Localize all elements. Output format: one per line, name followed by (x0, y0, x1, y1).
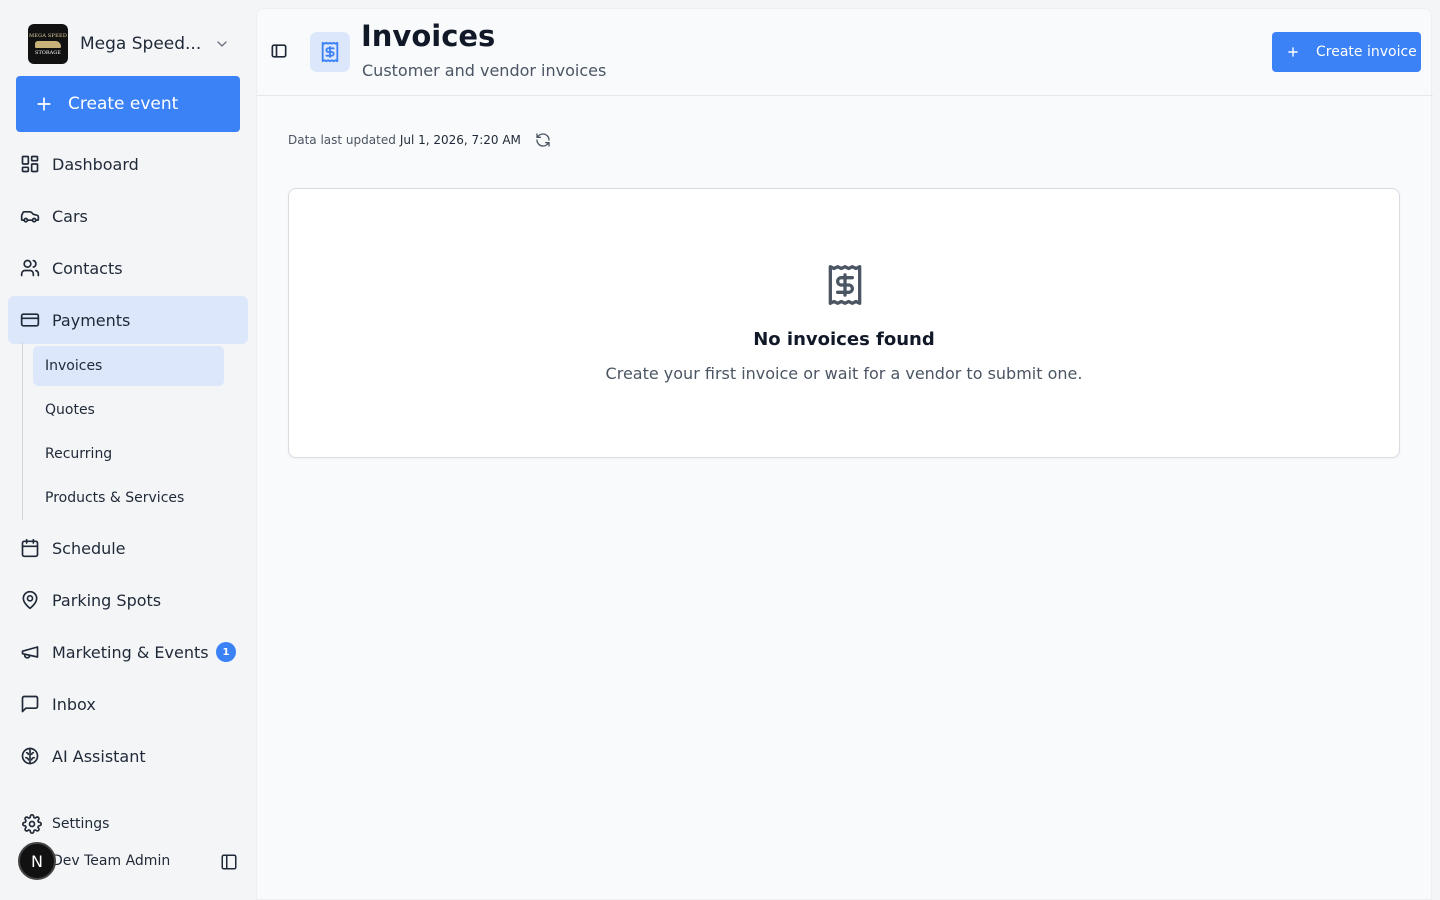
gear-icon (22, 814, 42, 834)
last-updated: Data last updated Jul 1, 2026, 7:20 AM (288, 132, 551, 148)
car-icon (20, 206, 40, 226)
panel-left-icon[interactable] (269, 41, 289, 61)
nav-item-marketing-events[interactable]: Marketing & Events 1 (8, 628, 248, 676)
sub-item-label: Products & Services (45, 490, 185, 506)
map-pin-icon (20, 590, 40, 610)
subnav-divider (22, 342, 23, 520)
create-event-button[interactable]: Create event (16, 76, 240, 132)
nav-item-inbox[interactable]: Inbox (8, 680, 248, 728)
nav-label: Contacts (52, 258, 123, 278)
nav-label: AI Assistant (52, 746, 146, 766)
nav-item-payments[interactable]: Payments (8, 296, 248, 344)
plus-icon (1288, 47, 1298, 57)
chevron-down-icon (217, 41, 227, 47)
nav-label: Schedule (52, 538, 126, 558)
sub-item-label: Recurring (45, 446, 113, 462)
page-title: Invoices (361, 19, 496, 53)
nav-item-parking-spots[interactable]: Parking Spots (8, 576, 248, 624)
empty-state-card: No invoices found Create your first invo… (288, 188, 1400, 458)
empty-state-description: Create your first invoice or wait for a … (605, 364, 1083, 383)
sub-item-invoices[interactable]: Invoices (33, 346, 224, 386)
nav-item-cars[interactable]: Cars (8, 192, 248, 240)
org-logo-text-bottom: STORAGE (35, 49, 61, 56)
sub-item-label: Invoices (45, 358, 103, 374)
org-name: Mega Speed... (80, 34, 202, 54)
sub-item-quotes[interactable]: Quotes (33, 390, 224, 430)
create-invoice-label: Create invoice (1316, 44, 1417, 60)
nav-label: Cars (52, 206, 88, 226)
nav-label: Dashboard (52, 154, 139, 174)
org-logo-car (35, 40, 61, 48)
settings-link[interactable]: Settings (22, 812, 109, 836)
user-name: Dev Team Admin (52, 853, 171, 869)
megaphone-icon (20, 642, 40, 662)
main-panel: Invoices Customer and vendor invoices Cr… (256, 8, 1433, 900)
avatar[interactable]: N (18, 842, 56, 880)
credit-card-icon (20, 310, 40, 330)
create-event-label: Create event (68, 94, 179, 114)
nav-label: Marketing & Events (52, 642, 209, 662)
nav-item-contacts[interactable]: Contacts (8, 244, 248, 292)
receipt-icon (828, 265, 862, 305)
create-invoice-button[interactable]: Create invoice (1272, 32, 1421, 72)
message-square-icon (20, 694, 40, 714)
sub-item-recurring[interactable]: Recurring (33, 434, 224, 474)
page-subtitle: Customer and vendor invoices (362, 61, 607, 80)
sub-item-products-services[interactable]: Products & Services (33, 478, 224, 518)
nav-item-ai-assistant[interactable]: AI Assistant (8, 732, 248, 780)
refresh-icon[interactable] (535, 132, 551, 148)
users-icon (20, 258, 40, 278)
nav-label: Inbox (52, 694, 96, 714)
receipt-icon (310, 32, 350, 72)
org-logo-text-top: MEGA SPEED (28, 32, 68, 39)
settings-label: Settings (52, 816, 110, 832)
panel-left-icon[interactable] (220, 853, 238, 871)
brain-icon (20, 746, 40, 766)
nav-label: Payments (52, 310, 131, 330)
page-header: Invoices Customer and vendor invoices Cr… (257, 9, 1433, 96)
nav-item-dashboard[interactable]: Dashboard (8, 140, 248, 188)
sub-item-label: Quotes (45, 402, 95, 418)
notification-badge: 1 (216, 642, 236, 662)
plus-icon (37, 97, 51, 111)
user-menu[interactable]: N Dev Team Admin (18, 842, 248, 882)
last-updated-label: Data last updated (288, 133, 396, 147)
org-logo: MEGA SPEED STORAGE (28, 24, 68, 64)
empty-state-title: No invoices found (753, 329, 935, 350)
org-switcher[interactable]: MEGA SPEED STORAGE Mega Speed... (16, 20, 240, 68)
dashboard-icon (20, 154, 40, 174)
last-updated-value: Jul 1, 2026, 7:20 AM (399, 133, 521, 147)
sidebar: MEGA SPEED STORAGE Mega Speed... Create … (0, 0, 256, 900)
nav-label: Parking Spots (52, 590, 162, 610)
nav-item-schedule[interactable]: Schedule (8, 524, 248, 572)
calendar-icon (20, 538, 40, 558)
